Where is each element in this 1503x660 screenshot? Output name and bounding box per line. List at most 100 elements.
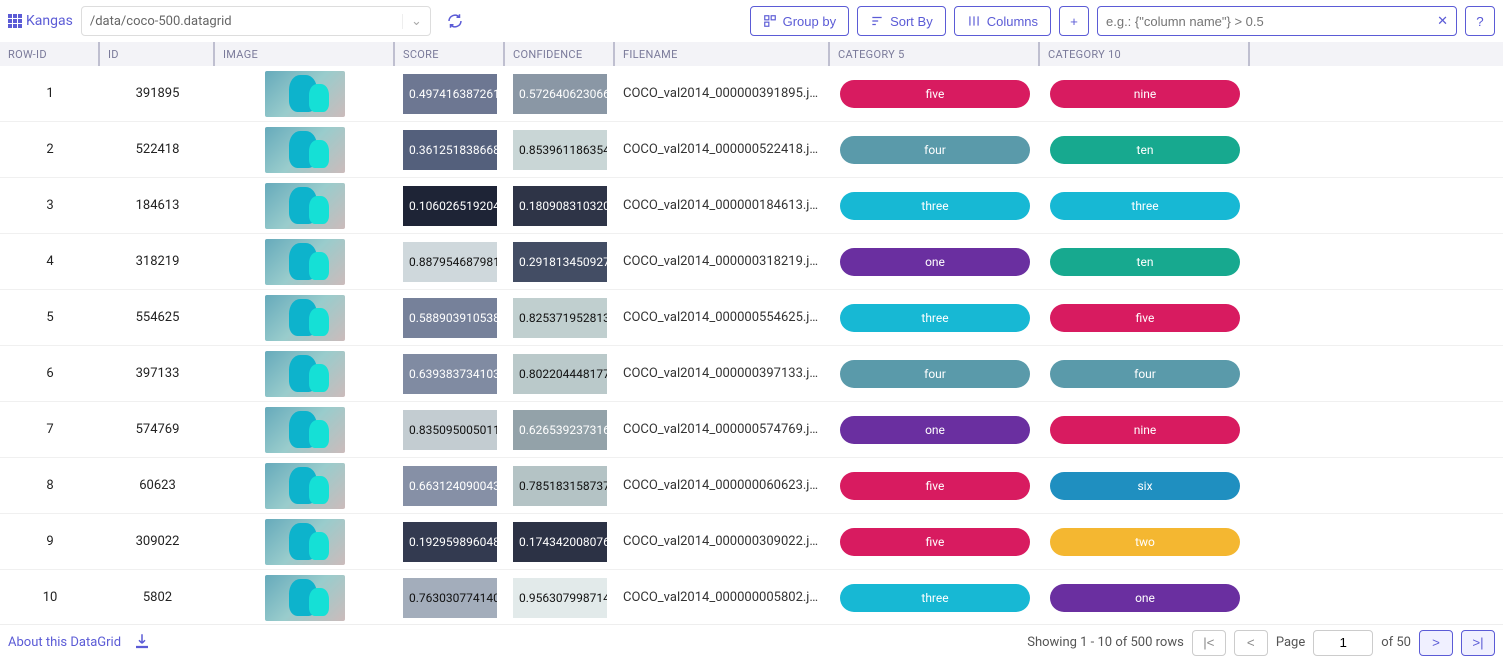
- cell-rowid: 9: [0, 514, 100, 569]
- columns-button[interactable]: Columns: [954, 6, 1051, 36]
- brand-logo[interactable]: Kangas: [8, 13, 73, 29]
- table-body: 13918950.4974163872610.572640623066COCO_…: [0, 66, 1503, 624]
- rows-summary: Showing 1 - 10 of 500 rows: [1027, 635, 1184, 650]
- clear-icon[interactable]: ✕: [1437, 14, 1448, 29]
- col-header-filename[interactable]: FILENAME: [615, 42, 830, 66]
- of-label: of 50: [1381, 635, 1411, 650]
- about-link[interactable]: About this DataGrid: [8, 635, 121, 650]
- col-header-id[interactable]: ID: [100, 42, 215, 66]
- cell-category10: three: [1040, 178, 1250, 233]
- cell-filename: COCO_val2014_000000574769.jpg: [615, 402, 830, 457]
- table-row[interactable]: 31846130.1060265192040.180908310320COCO_…: [0, 178, 1503, 234]
- cell-id: 397133: [100, 346, 215, 401]
- col-header-rowid[interactable]: ROW-ID: [0, 42, 100, 66]
- cell-confidence: 0.174342008076: [505, 514, 615, 569]
- page-label: Page: [1276, 635, 1305, 650]
- refresh-button[interactable]: [439, 6, 471, 36]
- cell-category10: six: [1040, 458, 1250, 513]
- cell-id: 574769: [100, 402, 215, 457]
- cell-category10: four: [1040, 346, 1250, 401]
- cell-category5: five: [830, 514, 1040, 569]
- cell-image[interactable]: [215, 178, 395, 233]
- cell-image[interactable]: [215, 122, 395, 177]
- table-header: ROW-ID ID IMAGE SCORE CONFIDENCE FILENAM…: [0, 42, 1503, 66]
- table-row[interactable]: 93090220.1929598960480.174342008076COCO_…: [0, 514, 1503, 570]
- group-by-button[interactable]: Group by: [750, 6, 849, 36]
- table-row[interactable]: 7574769 0.8350950050110.626539237316COCO_…: [0, 402, 1503, 458]
- cell-image[interactable]: [215, 66, 395, 121]
- next-page-button[interactable]: >: [1419, 630, 1453, 656]
- cell-filename: COCO_val2014_000000318219.jpg: [615, 234, 830, 289]
- cell-id: 60623: [100, 458, 215, 513]
- cell-image[interactable]: [215, 346, 395, 401]
- table-row[interactable]: 8606230.6631240900430.785183158737COCO_v…: [0, 458, 1503, 514]
- cell-confidence: 0.572640623066: [505, 66, 615, 121]
- cell-category5: one: [830, 402, 1040, 457]
- image-thumbnail: [265, 519, 345, 565]
- table-row[interactable]: 13918950.4974163872610.572640623066COCO_…: [0, 66, 1503, 122]
- cell-category5: five: [830, 66, 1040, 121]
- cell-image[interactable]: [215, 234, 395, 289]
- cell-image[interactable]: [215, 402, 395, 457]
- cell-confidence: 0.956307998714: [505, 570, 615, 624]
- cell-id: 318219: [100, 234, 215, 289]
- cell-category5: five: [830, 458, 1040, 513]
- cell-rowid: 3: [0, 178, 100, 233]
- first-page-button[interactable]: |<: [1192, 630, 1226, 656]
- cell-rowid: 10: [0, 570, 100, 624]
- cell-image[interactable]: [215, 290, 395, 345]
- cell-confidence: 0.785183158737: [505, 458, 615, 513]
- datagrid-path-select[interactable]: /data/coco-500.datagrid ⌄: [81, 6, 431, 36]
- col-header-confidence[interactable]: CONFIDENCE: [505, 42, 615, 66]
- cell-id: 522418: [100, 122, 215, 177]
- download-button[interactable]: [133, 632, 151, 654]
- table-row[interactable]: 25224180.3612518386680.853961186354COCO_…: [0, 122, 1503, 178]
- cell-confidence: 0.853961186354: [505, 122, 615, 177]
- last-page-button[interactable]: >|: [1461, 630, 1495, 656]
- cell-image[interactable]: [215, 570, 395, 624]
- col-header-image[interactable]: IMAGE: [215, 42, 395, 66]
- cell-image[interactable]: [215, 514, 395, 569]
- cell-id: 554625: [100, 290, 215, 345]
- cell-filename: COCO_val2014_000000391895.jpg: [615, 66, 830, 121]
- sort-by-button[interactable]: Sort By: [857, 6, 946, 36]
- table-row[interactable]: 1058020.7630307741400.956307998714COCO_v…: [0, 570, 1503, 624]
- cell-score: 0.361251838668: [395, 122, 505, 177]
- cell-category10: ten: [1040, 122, 1250, 177]
- table-row[interactable]: 55546250.5889039105380.825371952813COCO_…: [0, 290, 1503, 346]
- cell-category5: four: [830, 122, 1040, 177]
- cell-image[interactable]: [215, 458, 395, 513]
- grid-icon: [8, 14, 22, 28]
- prev-page-button[interactable]: <: [1234, 630, 1268, 656]
- brand-text: Kangas: [26, 13, 73, 29]
- add-column-button[interactable]: +: [1059, 6, 1089, 36]
- cell-score: 0.639383734103: [395, 346, 505, 401]
- cell-score: 0.192959896048: [395, 514, 505, 569]
- page-input[interactable]: [1313, 630, 1373, 656]
- toolbar: Kangas /data/coco-500.datagrid ⌄ Group b…: [0, 0, 1503, 42]
- cell-rowid: 7: [0, 402, 100, 457]
- cell-id: 184613: [100, 178, 215, 233]
- cell-filename: COCO_val2014_000000184613.jpg: [615, 178, 830, 233]
- filter-input[interactable]: [1106, 14, 1437, 29]
- table-row[interactable]: 43182190.8879546879810.291813450927COCO_…: [0, 234, 1503, 290]
- table-row[interactable]: 63971330.6393837341030.802204448177COCO_…: [0, 346, 1503, 402]
- cell-id: 309022: [100, 514, 215, 569]
- cell-category10: nine: [1040, 402, 1250, 457]
- cell-category10: two: [1040, 514, 1250, 569]
- image-thumbnail: [265, 351, 345, 397]
- cell-category5: four: [830, 346, 1040, 401]
- cell-filename: COCO_val2014_000000554625.jpg: [615, 290, 830, 345]
- help-button[interactable]: ?: [1465, 6, 1495, 36]
- cell-confidence: 0.180908310320: [505, 178, 615, 233]
- cell-confidence: 0.626539237316: [505, 402, 615, 457]
- col-header-category10[interactable]: CATEGORY 10: [1040, 42, 1250, 66]
- cell-category5: three: [830, 290, 1040, 345]
- col-header-category5[interactable]: CATEGORY 5: [830, 42, 1040, 66]
- col-header-score[interactable]: SCORE: [395, 42, 505, 66]
- cell-filename: COCO_val2014_000000397133.jpg: [615, 346, 830, 401]
- cell-rowid: 6: [0, 346, 100, 401]
- filter-input-wrap[interactable]: ✕: [1097, 6, 1457, 36]
- cell-score: 0.835095005011: [395, 402, 505, 457]
- cell-id: 5802: [100, 570, 215, 624]
